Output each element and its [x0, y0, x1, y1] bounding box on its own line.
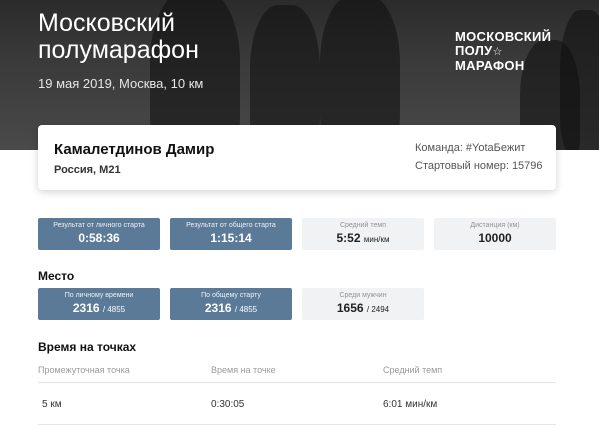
- logo-line2: ПОЛУ☆: [455, 44, 551, 59]
- pace-unit: мин/км: [363, 235, 390, 244]
- stat-label: Результат от личного старта: [53, 222, 145, 229]
- place-rank: 1656: [336, 301, 364, 315]
- column-header-pace: Средний темп: [383, 365, 443, 375]
- page-title-line1: Московский: [38, 9, 175, 37]
- athlete-bib: Стартовый номер: 15796: [415, 160, 543, 172]
- place-value: 2316 / 4855: [38, 301, 160, 315]
- stat-general-result: Результат от общего старта 1:15:14: [170, 218, 292, 250]
- column-header-point: Промежуточная точка: [38, 365, 130, 375]
- column-header-time: Время на точке: [211, 365, 276, 375]
- place-title: Место: [38, 269, 75, 283]
- stat-value: 1:15:14: [210, 231, 252, 245]
- athlete-team: Команда: #YotaБежит: [415, 142, 526, 154]
- stat-value: 5:52 мин/км: [302, 231, 424, 245]
- place-value: 1656 / 2494: [302, 301, 424, 315]
- pace-value: 5:52: [336, 231, 361, 245]
- place-total: / 4855: [234, 305, 258, 314]
- page-title: Московский полумарафон: [38, 10, 398, 64]
- splits-title: Время на точках: [38, 340, 137, 354]
- place-general: По общему старту 2316 / 4855: [170, 288, 292, 320]
- page-title-line2: полумарафон: [38, 36, 199, 64]
- logo-line1: МОСКОВСКИЙ: [455, 29, 552, 44]
- star-icon: ☆: [492, 46, 503, 58]
- place-label: Среди мужчин: [339, 292, 387, 299]
- stat-distance: Дистанция (км) 10000: [434, 218, 556, 250]
- stat-label: Дистанция (км): [470, 222, 520, 229]
- table-divider: [38, 424, 556, 425]
- logo-line2-text: ПОЛУ: [455, 43, 493, 58]
- stat-label: Результат от общего старта: [186, 222, 276, 229]
- place-value: 2316 / 4855: [170, 301, 292, 315]
- event-subtitle: 19 мая 2019, Москва, 10 км: [38, 76, 204, 91]
- place-men: Среди мужчин 1656 / 2494: [302, 288, 424, 320]
- place-rank: 2316: [204, 301, 232, 315]
- split-point: 5 км: [42, 399, 62, 410]
- place-label: По общему старту: [201, 292, 261, 299]
- place-personal: По личному времени 2316 / 4855: [38, 288, 160, 320]
- split-pace: 6:01 мин/км: [383, 399, 438, 410]
- event-logo: МОСКОВСКИЙ ПОЛУ☆ МАРАФОН: [455, 30, 551, 73]
- place-label: По личному времени: [64, 292, 134, 299]
- athlete-card: Камалетдинов Дамир Россия, М21 Команда: …: [38, 125, 556, 190]
- athlete-country-group: Россия, М21: [54, 164, 121, 176]
- stat-value: 0:58:36: [78, 231, 120, 245]
- place-rank: 2316: [72, 301, 100, 315]
- stat-value: 10000: [478, 231, 512, 245]
- table-divider: [38, 382, 556, 383]
- place-total: / 2494: [366, 305, 390, 314]
- stat-personal-result: Результат от личного старта 0:58:36: [38, 218, 160, 250]
- athlete-name: Камалетдинов Дамир: [54, 141, 215, 158]
- logo-line3: МАРАФОН: [455, 58, 525, 73]
- place-total: / 4855: [102, 305, 126, 314]
- stat-average-pace: Средний темп 5:52 мин/км: [302, 218, 424, 250]
- stat-label: Средний темп: [339, 222, 387, 229]
- split-time: 0:30:05: [211, 399, 245, 410]
